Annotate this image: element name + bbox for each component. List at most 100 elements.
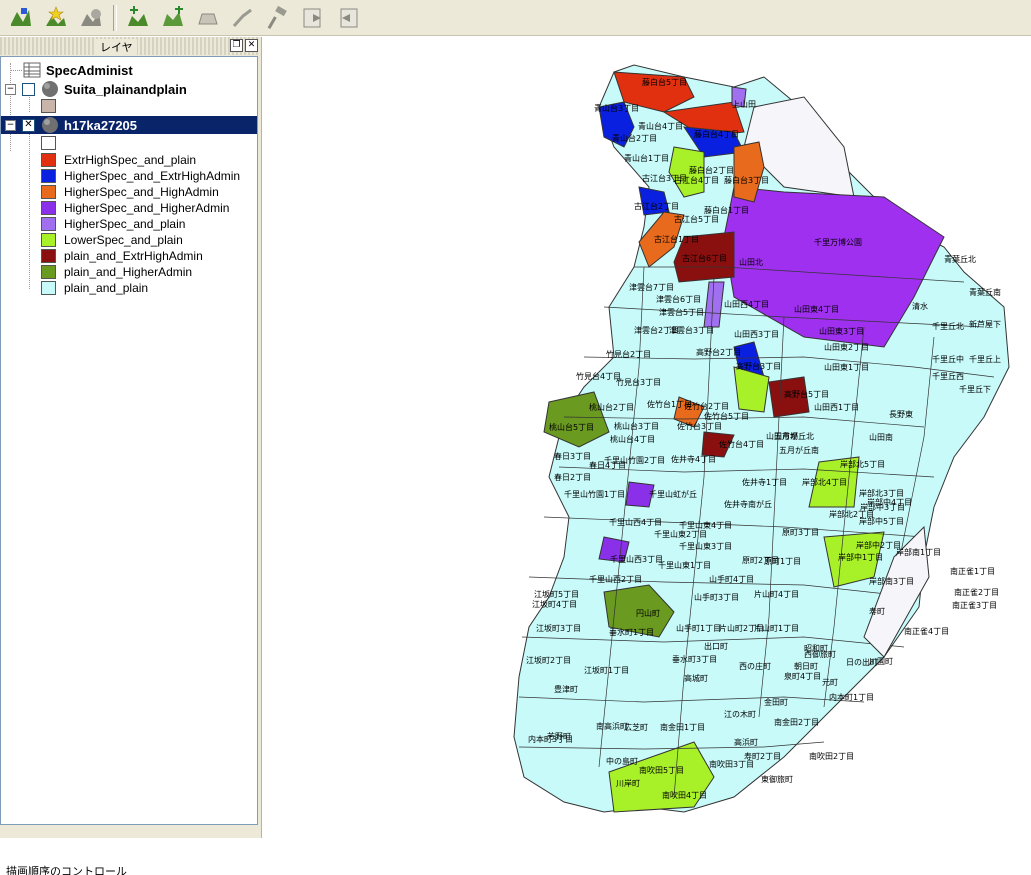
district-label: 江の木町 bbox=[724, 709, 756, 719]
district-label: 南正雀2丁目 bbox=[954, 587, 999, 597]
district-label: 藤白台2丁目 bbox=[689, 165, 734, 175]
toolbar-separator bbox=[113, 4, 117, 31]
district-label: 青山台1丁目 bbox=[624, 153, 669, 163]
suita-legend-item bbox=[41, 98, 64, 114]
district-label: 千里山竹園1丁目 bbox=[564, 489, 625, 499]
district-label: 津雲台7丁目 bbox=[629, 282, 674, 292]
district-label: 高野台3丁目 bbox=[736, 361, 781, 371]
district-label: 古江台1丁目 bbox=[654, 234, 699, 244]
tree-line bbox=[29, 97, 30, 112]
district-label: 春日3丁目 bbox=[554, 451, 591, 461]
district-label: 青葉丘北 bbox=[944, 254, 976, 264]
move-vertex-button[interactable] bbox=[228, 3, 258, 33]
edit-shape-button[interactable] bbox=[193, 3, 223, 33]
district-label: 佐竹台2丁目 bbox=[684, 401, 729, 411]
collapse-toggle[interactable]: − bbox=[5, 83, 16, 95]
add-feature-button[interactable] bbox=[123, 3, 153, 33]
legend-swatch bbox=[41, 265, 56, 279]
district-label: 千里山東4丁目 bbox=[679, 520, 732, 530]
remove-layer-icon bbox=[81, 8, 101, 26]
district-label: 岸部中5丁目 bbox=[859, 516, 904, 526]
district-label: 南正雀3丁目 bbox=[952, 600, 997, 610]
legend-item: plain_and_plain bbox=[41, 280, 148, 296]
legend-item: plain_and_ExtrHighAdmin bbox=[41, 248, 203, 264]
legend-label: plain_and_plain bbox=[64, 281, 149, 295]
polygon-layer-icon bbox=[42, 81, 58, 97]
legend-swatch bbox=[41, 99, 56, 113]
district-label: 千里山東2丁目 bbox=[654, 529, 707, 539]
legend-label: HigherSpec_and_plain bbox=[64, 217, 186, 231]
district-label: 西の庄町 bbox=[739, 661, 771, 671]
district-label: 芳野町 bbox=[547, 731, 571, 741]
legend-label: plain_and_HigherAdmin bbox=[64, 265, 193, 279]
legend-item: HigherSpec_and_plain bbox=[41, 216, 185, 232]
add-shape-button[interactable] bbox=[158, 3, 188, 33]
district-label: 藤白台3丁目 bbox=[724, 175, 769, 185]
layer-name: SpecAdminist bbox=[46, 62, 133, 78]
layer-specadminist[interactable]: SpecAdminist bbox=[23, 61, 133, 79]
district-label: 川岸町 bbox=[616, 779, 640, 788]
district-label: 南金田2丁目 bbox=[774, 717, 819, 727]
draw-order-control[interactable]: 描画順序のコントロール bbox=[0, 863, 268, 875]
layer-suita-plainandplain[interactable]: − Suita_plainandplain bbox=[5, 80, 187, 98]
district-label: 千里丘下 bbox=[959, 384, 991, 394]
district-label: 竹見台2丁目 bbox=[606, 349, 651, 359]
add-layer-button[interactable] bbox=[6, 3, 36, 33]
tools-button[interactable] bbox=[263, 3, 293, 33]
legend-label: HigherSpec_and_ExtrHighAdmin bbox=[64, 169, 241, 183]
export-icon bbox=[303, 8, 321, 27]
polygon-layer-icon bbox=[42, 117, 58, 133]
district-label: 千里山西4丁目 bbox=[609, 517, 662, 527]
district-label: 桃山台3丁目 bbox=[614, 421, 659, 431]
layer-h17ka27205[interactable]: − ✕ h17ka27205 bbox=[1, 116, 257, 134]
layer-name: h17ka27205 bbox=[64, 117, 138, 133]
district-label: 古江台6丁目 bbox=[682, 253, 727, 263]
import-button[interactable] bbox=[333, 3, 363, 33]
add-favorite-button[interactable] bbox=[41, 3, 71, 33]
district-label: 藤白台1丁目 bbox=[704, 205, 749, 215]
district-label: 豊津町 bbox=[554, 684, 578, 694]
district-label: 江坂町1丁目 bbox=[584, 665, 629, 675]
district-label: 千里山東1丁目 bbox=[658, 560, 711, 570]
import-icon bbox=[340, 8, 358, 27]
district-label: 古江台4丁目 bbox=[674, 175, 719, 185]
district-label: 東御旅町 bbox=[761, 774, 793, 784]
layer-panel-titlebar: レイヤ ❐ ✕ bbox=[0, 37, 260, 55]
district-label: 古江台5丁目 bbox=[674, 214, 719, 224]
float-panel-button[interactable]: ❐ bbox=[230, 39, 243, 52]
layer-visibility-checkbox[interactable] bbox=[22, 82, 35, 96]
map-canvas[interactable]: 藤白台5丁目 青山台3丁目 青山台4丁目 上山田 藤白台4丁目 青山台2丁目 青山台1丁目藤… bbox=[264, 37, 1031, 838]
edit-shape-icon bbox=[198, 13, 218, 24]
district-label: 中の島町 bbox=[606, 756, 638, 766]
legend-item: HigherSpec_and_HigherAdmin bbox=[41, 200, 229, 216]
district-label: 竹見台3丁目 bbox=[616, 377, 661, 387]
district-label: 山田北 bbox=[739, 257, 763, 267]
district-label: 金田町 bbox=[764, 697, 788, 707]
district-label: 岸部南3丁目 bbox=[869, 576, 914, 586]
export-button[interactable] bbox=[298, 3, 328, 33]
district-label: 南吹田5丁目 bbox=[639, 765, 684, 775]
map-svg[interactable]: 藤白台5丁目青山台3丁目青山台4丁目 上山田藤白台4丁目 青山台2丁目青山台1丁目藤… bbox=[264, 37, 1031, 838]
district-label: 山田東3丁目 bbox=[819, 326, 864, 336]
tree-line bbox=[10, 70, 22, 71]
district-label: 円山町 bbox=[636, 608, 660, 618]
district-label: 春日2丁目 bbox=[554, 472, 591, 482]
add-shape-icon bbox=[163, 5, 183, 26]
district-label: 山田西3丁目 bbox=[734, 329, 779, 339]
district-label: 朝日町 bbox=[794, 662, 818, 671]
district-label: 泉町4丁目 bbox=[784, 671, 821, 681]
legend-item: HigherSpec_and_ExtrHighAdmin bbox=[41, 168, 240, 184]
layer-visibility-checkbox[interactable]: ✕ bbox=[22, 118, 35, 132]
district-label: 高浜町 bbox=[734, 737, 758, 747]
district-label: 高野台2丁目 bbox=[696, 347, 741, 357]
remove-layer-button[interactable] bbox=[76, 3, 106, 33]
district-label: 千里山東3丁目 bbox=[679, 541, 732, 551]
collapse-toggle[interactable]: − bbox=[5, 119, 16, 131]
district-label: 津雲台6丁目 bbox=[656, 294, 701, 304]
district-label: 上山田 bbox=[732, 99, 756, 109]
district-label: 青山台4丁目 bbox=[638, 121, 683, 131]
district-label: 片山町1丁目 bbox=[754, 623, 799, 633]
district-label: 垂水町3丁目 bbox=[672, 654, 717, 664]
close-panel-button[interactable]: ✕ bbox=[245, 39, 258, 52]
layer-name: Suita_plainandplain bbox=[64, 81, 187, 97]
